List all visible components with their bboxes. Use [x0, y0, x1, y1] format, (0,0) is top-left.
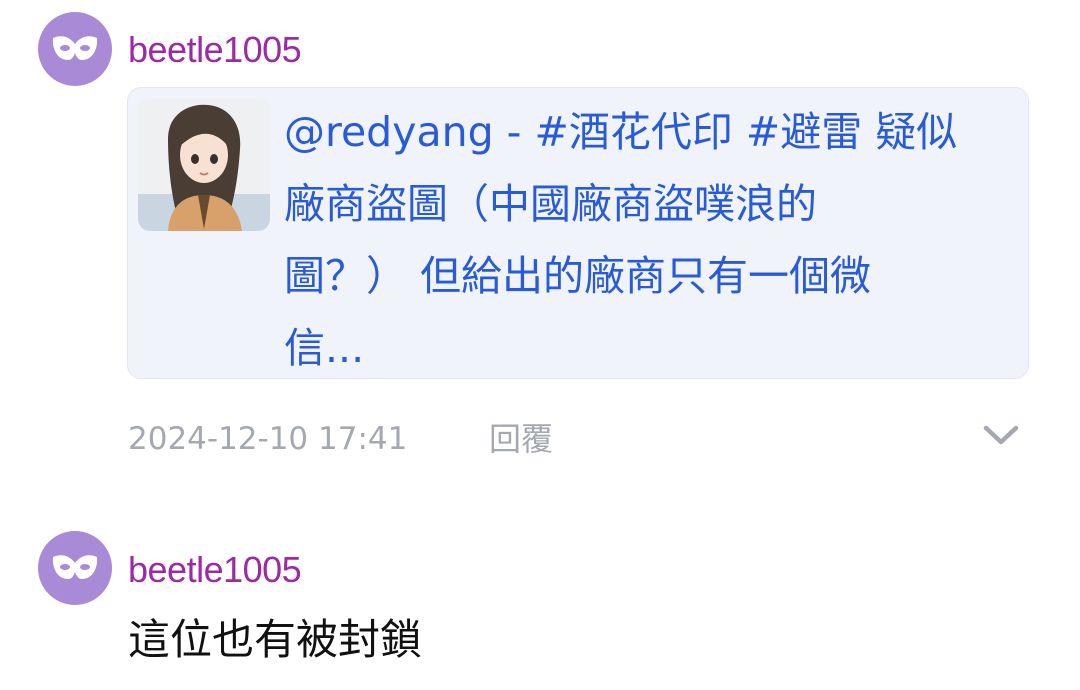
quoted-post-text[interactable]: @redyang - #酒花代印 #避雷 疑似 廠商盜圖（中國廠商盜噗浪的 圖？… [284, 96, 1014, 384]
mask-icon [52, 36, 98, 60]
avatar[interactable] [38, 12, 112, 86]
chevron-down-icon[interactable] [982, 422, 1020, 448]
comment-text: 這位也有被封鎖 [128, 615, 423, 664]
timestamp: 2024-12-10 17:41 [128, 421, 408, 457]
quote-line: 信... [284, 324, 365, 372]
quote-line: 圖？） 但給出的廠商只有一個微 [284, 252, 872, 300]
reply-button[interactable]: 回覆 [489, 418, 553, 460]
quoted-post[interactable]: @redyang - #酒花代印 #避雷 疑似 廠商盜圖（中國廠商盜噗浪的 圖？… [127, 87, 1029, 379]
username[interactable]: beetle1005 [128, 552, 302, 588]
quote-line: 廠商盜圖（中國廠商盜噗浪的 [284, 180, 817, 228]
quote-line: @redyang - #酒花代印 #避雷 疑似 [284, 108, 958, 156]
avatar[interactable] [38, 531, 112, 605]
username[interactable]: beetle1005 [128, 32, 302, 68]
mask-icon [52, 555, 98, 579]
character-avatar-image [138, 99, 270, 231]
quoted-post-avatar [138, 99, 270, 231]
